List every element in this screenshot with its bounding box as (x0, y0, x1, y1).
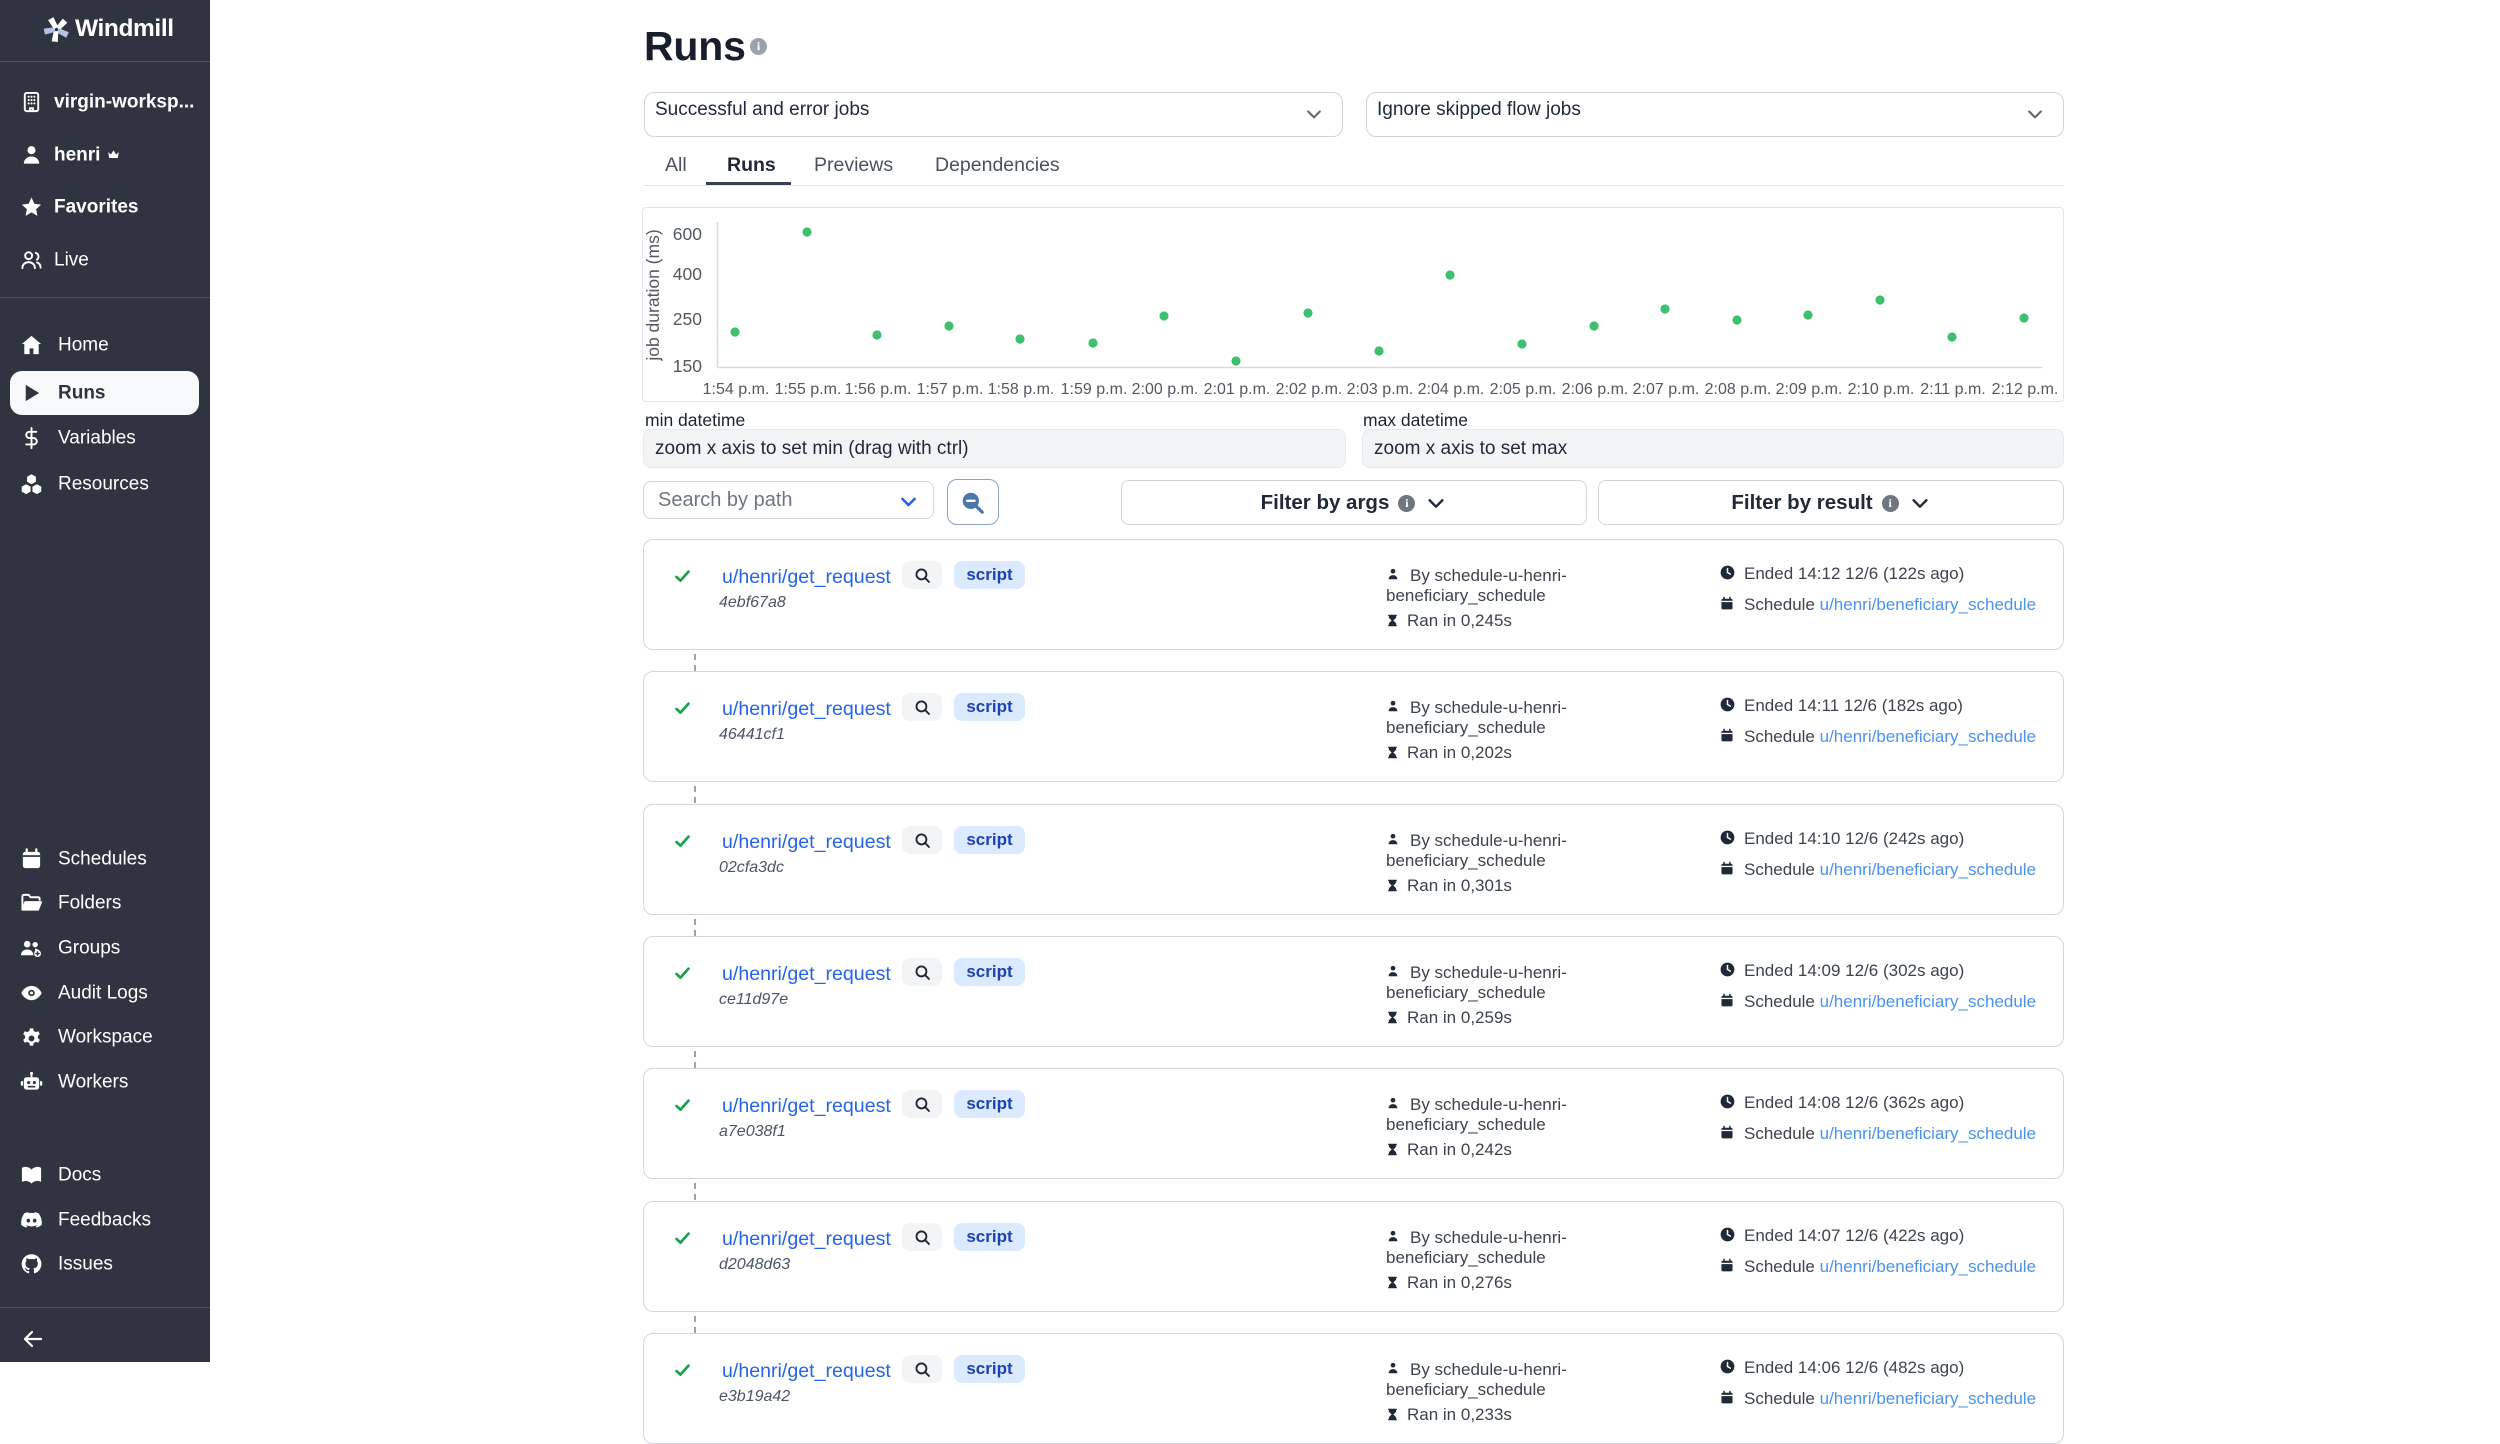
svg-text:1:54 p.m.: 1:54 p.m. (703, 381, 770, 398)
svg-text:2:03 p.m.: 2:03 p.m. (1347, 381, 1414, 398)
svg-text:2:10 p.m.: 2:10 p.m. (1848, 381, 1915, 398)
svg-text:2:09 p.m.: 2:09 p.m. (1776, 381, 1843, 398)
svg-text:150: 150 (673, 356, 702, 376)
svg-text:2:06 p.m.: 2:06 p.m. (1562, 381, 1629, 398)
svg-text:1:59 p.m.: 1:59 p.m. (1061, 381, 1128, 398)
svg-text:2:07 p.m.: 2:07 p.m. (1633, 381, 1700, 398)
svg-text:250: 250 (673, 309, 702, 329)
svg-text:2:11 p.m.: 2:11 p.m. (1920, 381, 1986, 398)
svg-text:2:04 p.m.: 2:04 p.m. (1418, 381, 1485, 398)
svg-text:2:08 p.m.: 2:08 p.m. (1705, 381, 1772, 398)
svg-text:job duration (ms): job duration (ms) (643, 229, 663, 361)
svg-text:1:56 p.m.: 1:56 p.m. (845, 381, 912, 398)
svg-text:2:01 p.m.: 2:01 p.m. (1204, 381, 1271, 398)
svg-text:1:55 p.m.: 1:55 p.m. (775, 381, 842, 398)
svg-text:400: 400 (673, 264, 702, 284)
svg-text:600: 600 (673, 224, 702, 244)
svg-text:2:12 p.m.: 2:12 p.m. (1992, 381, 2059, 398)
svg-text:2:05 p.m.: 2:05 p.m. (1490, 381, 1557, 398)
svg-text:1:57 p.m.: 1:57 p.m. (917, 381, 984, 398)
svg-text:1:58 p.m.: 1:58 p.m. (988, 381, 1055, 398)
svg-text:2:00 p.m.: 2:00 p.m. (1132, 381, 1199, 398)
svg-text:2:02 p.m.: 2:02 p.m. (1276, 381, 1343, 398)
